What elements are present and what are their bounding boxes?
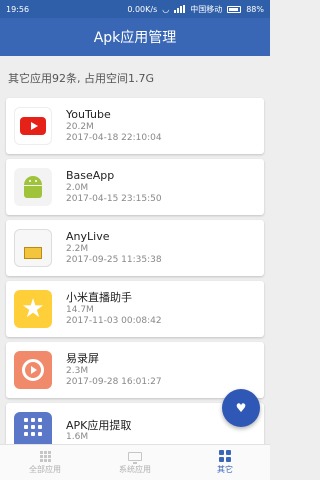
tab-all-apps[interactable]: 全部应用 xyxy=(0,445,90,480)
app-size: 14.7M xyxy=(66,304,94,315)
tab-other[interactable]: 其它 xyxy=(180,445,270,480)
app-name: YouTube xyxy=(66,107,111,121)
app-date: 2017-11-03 00:08:42 xyxy=(66,315,162,326)
app-name: AnyLive xyxy=(66,229,110,243)
app-item-youtube[interactable]: YouTube 20.2M 2017-04-18 22:10:04 xyxy=(6,98,264,154)
app-size: 2.0M xyxy=(66,182,89,193)
app-date: 2017-09-28 16:01:27 xyxy=(66,376,162,387)
app-size: 2.3M xyxy=(66,365,89,376)
apps-icon xyxy=(218,450,232,462)
signal-icon xyxy=(174,5,186,13)
screen-record-icon xyxy=(14,351,52,389)
status-bar: 19:56 0.00K/s ◡ 中国移动 88% xyxy=(0,0,270,18)
anylive-icon xyxy=(14,229,52,267)
youtube-icon xyxy=(14,107,52,145)
app-item-anylive[interactable]: AnyLive 2.2M 2017-09-25 11:35:38 xyxy=(6,220,264,276)
app-item-screen-record[interactable]: 易录屏 2.3M 2017-09-28 16:01:27 xyxy=(6,342,264,398)
mi-live-icon: ★ xyxy=(14,290,52,328)
status-time: 19:56 xyxy=(6,4,30,14)
app-name: APK应用提取 xyxy=(66,418,132,432)
app-name: BaseApp xyxy=(66,168,115,182)
app-name: 小米直播助手 xyxy=(66,290,132,304)
summary-text: 其它应用92条, 占用空间1.7G xyxy=(8,72,155,85)
favorite-fab-button[interactable]: ♥ xyxy=(222,389,260,427)
heart-icon: ♥ xyxy=(235,401,247,415)
app-name: 易录屏 xyxy=(66,351,99,365)
app-size: 2.2M xyxy=(66,243,89,254)
tab-system-apps[interactable]: 系统应用 xyxy=(90,445,180,480)
net-speed: 0.00K/s xyxy=(127,4,158,14)
monitor-icon xyxy=(128,450,142,464)
app-item-baseapp[interactable]: BaseApp 2.0M 2017-04-15 23:15:50 xyxy=(6,159,264,215)
app-bar: Apk应用管理 xyxy=(0,18,270,56)
app-size: 20.2M xyxy=(66,121,94,132)
app-date: 2017-09-25 11:35:38 xyxy=(66,254,162,265)
page-title: Apk应用管理 xyxy=(93,30,177,46)
tab-label: 其它 xyxy=(217,465,233,474)
status-right: 0.00K/s ◡ 中国移动 88% xyxy=(127,4,264,15)
battery-icon xyxy=(227,5,242,13)
app-size: 1.6M xyxy=(66,432,89,443)
android-icon xyxy=(14,168,52,206)
app-date: 2017-04-18 22:10:04 xyxy=(66,132,162,143)
battery-level: 88% xyxy=(246,4,264,14)
app-item-mi-live[interactable]: ★ 小米直播助手 14.7M 2017-11-03 00:08:42 xyxy=(6,281,264,337)
tab-label: 全部应用 xyxy=(29,465,61,474)
tab-label: 系统应用 xyxy=(119,465,151,474)
wifi-icon: ◡ xyxy=(162,4,170,14)
bottom-nav: 全部应用 系统应用 其它 xyxy=(0,444,270,480)
carrier: 中国移动 xyxy=(190,4,223,14)
app-date: 2017-04-15 23:15:50 xyxy=(66,193,162,204)
grid-icon xyxy=(38,450,52,462)
